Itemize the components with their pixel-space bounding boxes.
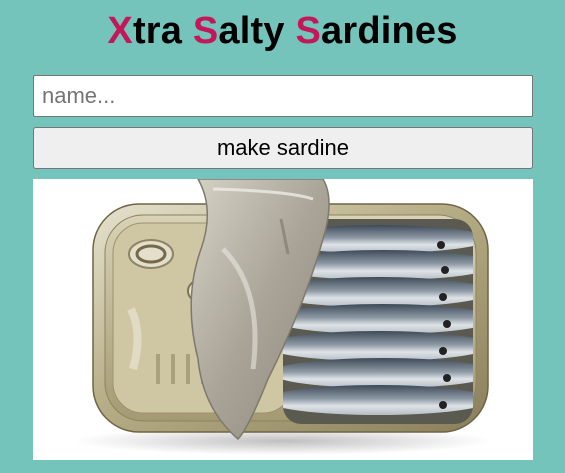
- title-letter-s1: S: [192, 10, 219, 52]
- title-letter-x: X: [107, 10, 133, 52]
- name-input[interactable]: [33, 75, 533, 117]
- sardine-can-image: [33, 179, 533, 460]
- title-part-ardines: ardines: [321, 10, 458, 52]
- title-letter-s2: S: [295, 10, 322, 52]
- page: Xtra Salty Sardines make sardine: [0, 0, 565, 473]
- title-part-tra: tra: [132, 10, 193, 52]
- page-title: Xtra Salty Sardines: [0, 8, 565, 54]
- title-part-alty: alty: [218, 10, 296, 52]
- make-sardine-button[interactable]: make sardine: [33, 127, 533, 169]
